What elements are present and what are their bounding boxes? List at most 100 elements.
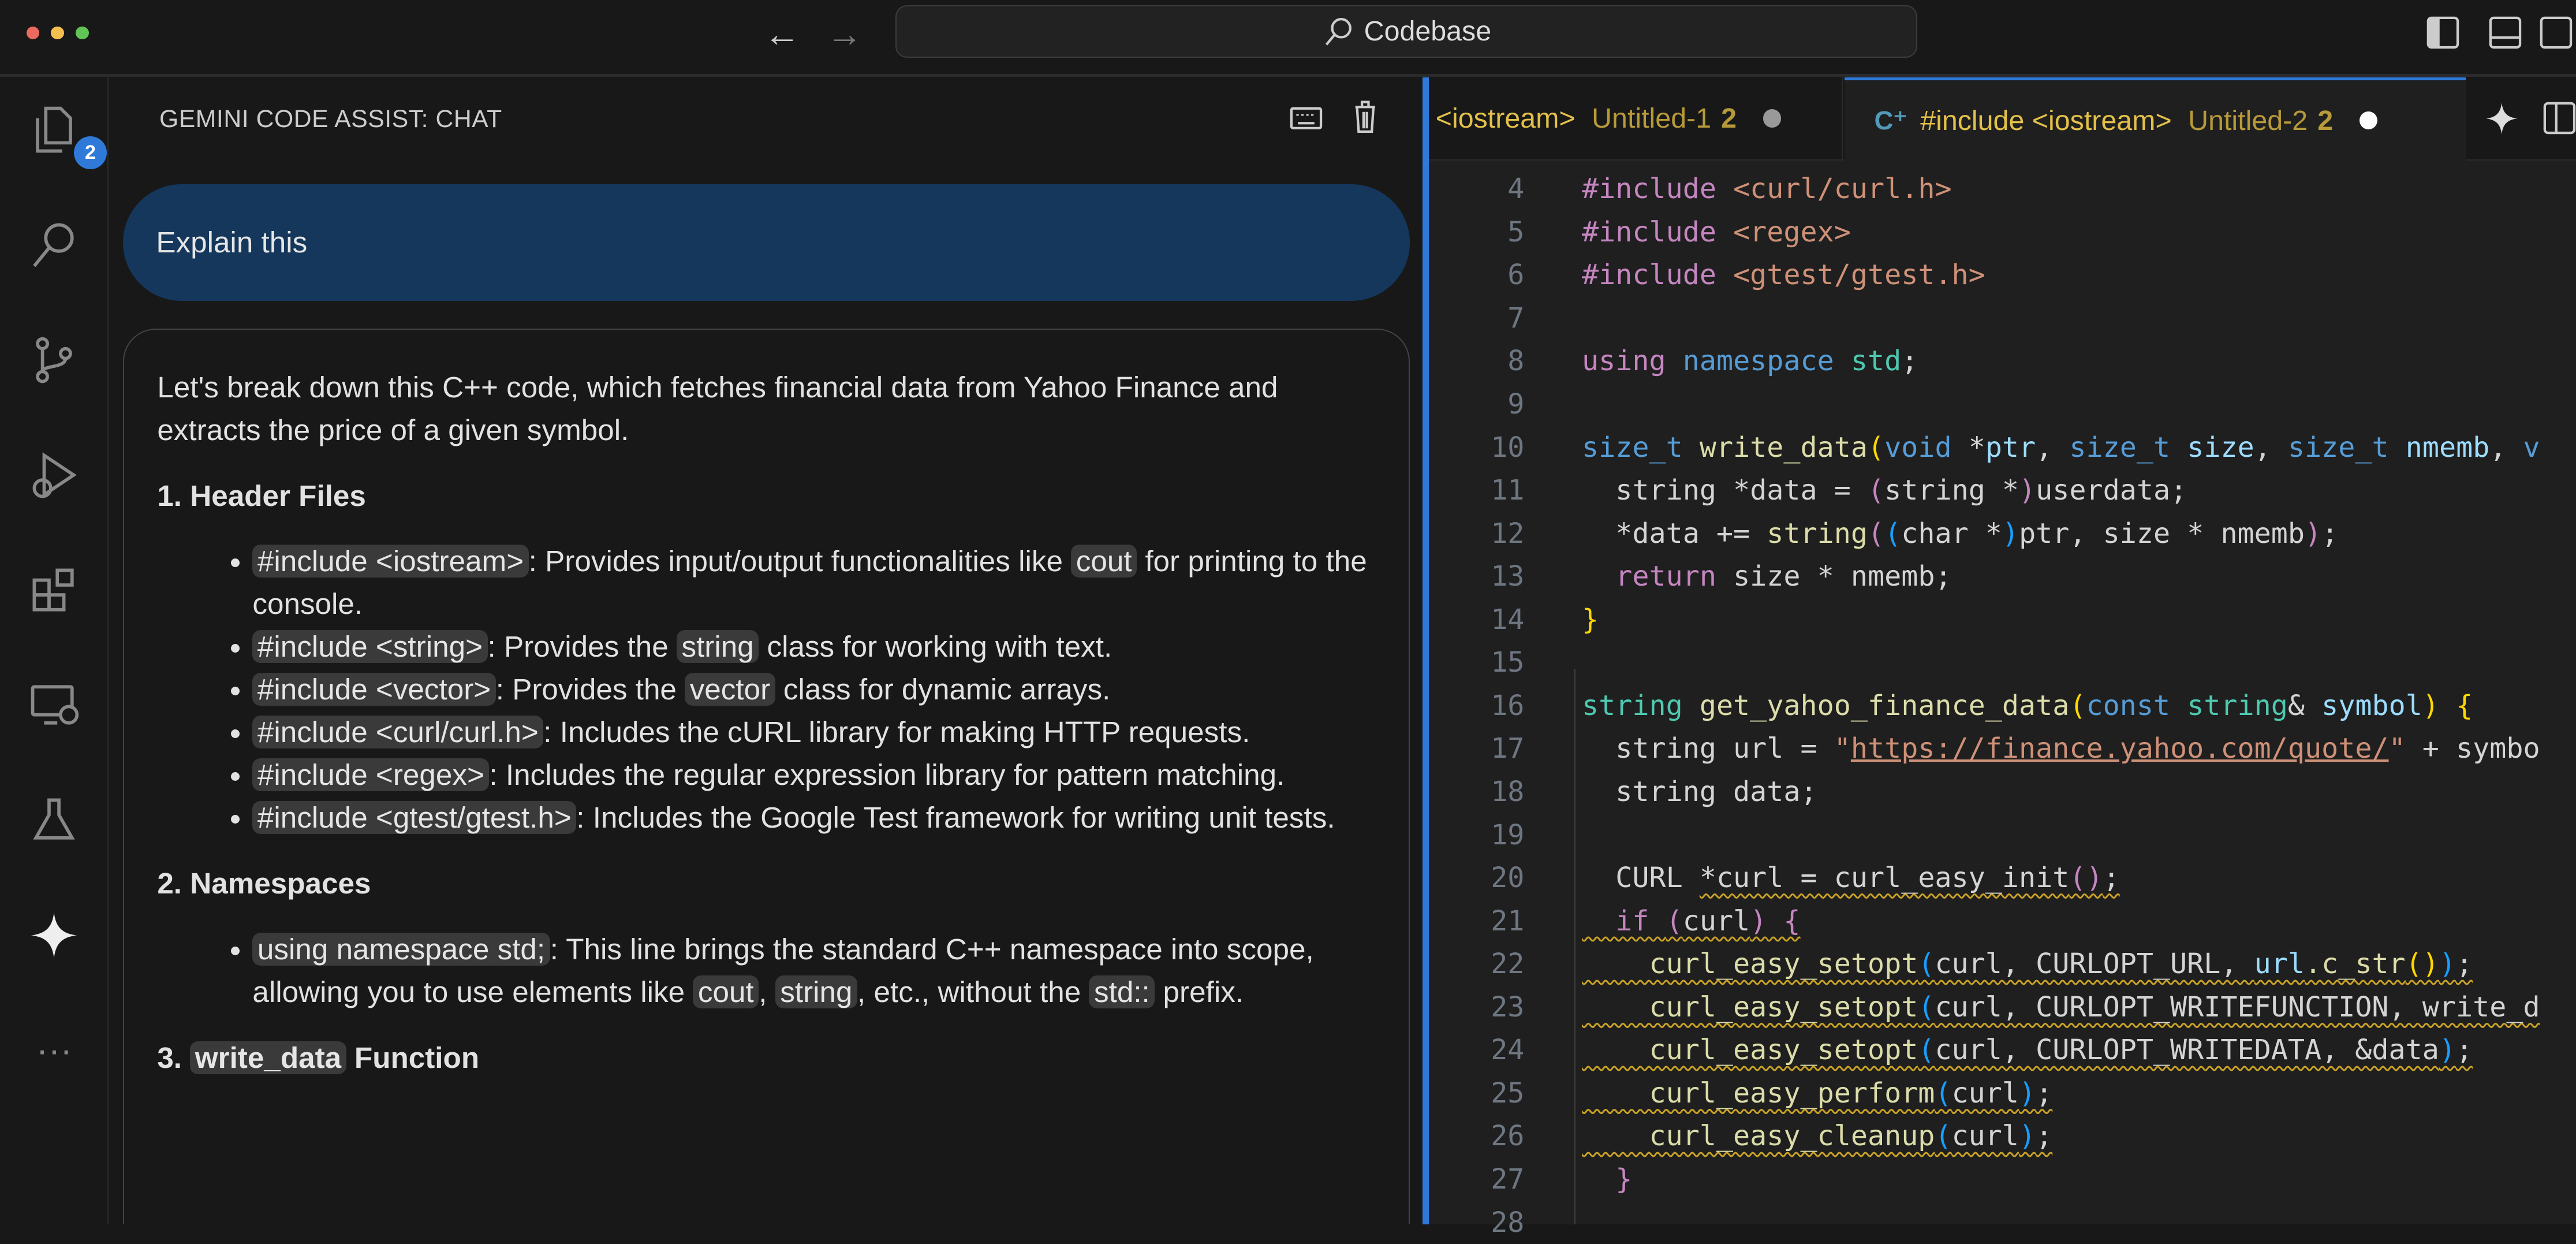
trash-icon[interactable] xyxy=(1352,99,1379,135)
split-editor-icon[interactable] xyxy=(2543,102,2576,135)
forward-arrow-icon[interactable]: → xyxy=(826,13,863,55)
unsaved-dot-icon[interactable] xyxy=(1763,109,1781,128)
extensions-button[interactable] xyxy=(21,557,87,623)
code-token: write_data xyxy=(1699,431,1868,464)
code-token: ; xyxy=(1901,345,1918,378)
vscode-window: ← → Codebase 2 ··· GEMINI CODE ASSIST: C… xyxy=(0,0,2576,1239)
command-center-search[interactable]: Codebase xyxy=(895,5,1917,58)
search-icon xyxy=(33,223,74,267)
run-debug-icon xyxy=(32,452,77,498)
code-token: () xyxy=(2405,948,2439,981)
code-token: <gtest/gtest.h> xyxy=(1733,259,1985,292)
indent-guide xyxy=(1573,669,1576,1225)
code-token: , xyxy=(2489,431,2523,464)
toggle-panel-icon[interactable] xyxy=(2489,16,2522,49)
code-token: ) xyxy=(2422,689,2456,722)
inline-code: write_data xyxy=(190,1041,346,1074)
code-line: #include <curl/curl.h> xyxy=(1582,167,1952,211)
code-token: string xyxy=(1767,517,1868,550)
code-token: ( xyxy=(1918,1034,1935,1067)
line-number: 8 xyxy=(1507,345,1525,378)
code-token: curl_easy_perform xyxy=(1582,1077,1935,1109)
code-token: } xyxy=(1582,1163,1633,1196)
text: : Includes the regular expression librar… xyxy=(489,758,1285,792)
code-token: string url = xyxy=(1582,732,1834,765)
response-sections: 1. Header Files#include <iostream>: Prov… xyxy=(157,475,1375,1079)
code-token: curl, CURLOPT_WRITEFUNCTION, write_d xyxy=(1935,990,2540,1023)
code-token: #include xyxy=(1582,259,1734,292)
tab-untitled-2[interactable]: C⁺ #include <iostream> Untitled-2 2 xyxy=(1845,77,2466,161)
list-item: #include <curl/curl.h>: Includes the cUR… xyxy=(252,711,1375,754)
toggle-secondary-sidebar-icon[interactable] xyxy=(2540,16,2573,49)
tab-untitled-1[interactable]: <iostream> Untitled-1 2 xyxy=(1429,77,1843,160)
tab-label: <iostream> xyxy=(1435,102,1576,134)
gemini-sparkle-icon[interactable] xyxy=(2484,100,2520,137)
explorer-button[interactable]: 2 xyxy=(21,97,107,170)
line-number: 13 xyxy=(1491,560,1525,593)
code-token: ) xyxy=(2439,1034,2456,1067)
text: : Provides the xyxy=(495,673,685,706)
code-token: ( xyxy=(1918,990,1935,1023)
code-token: url xyxy=(2254,948,2305,981)
assistant-response: Let's break down this C++ code, which fe… xyxy=(123,329,1410,1225)
inline-code: std:: xyxy=(1089,975,1155,1008)
code-token: size xyxy=(2187,431,2254,464)
code-line: curl_easy_perform(curl); xyxy=(1582,1072,2052,1115)
text: Function xyxy=(346,1041,480,1074)
line-number: 6 xyxy=(1507,259,1525,292)
explorer-badge: 2 xyxy=(74,136,107,170)
code-token: ( xyxy=(1867,431,1885,464)
code-token: ; xyxy=(2321,517,2339,550)
line-number: 20 xyxy=(1491,862,1525,895)
inline-code: #include <vector> xyxy=(252,673,496,706)
code-token: , xyxy=(2254,431,2288,464)
text: 1. Header Files xyxy=(157,479,366,512)
line-number: 14 xyxy=(1491,603,1525,636)
toggle-primary-sidebar-icon[interactable] xyxy=(2426,16,2459,49)
code-token: .c_str xyxy=(2304,948,2406,981)
code-token: ( xyxy=(1867,517,1885,550)
code-token: ) xyxy=(2002,517,2019,550)
code-line: curl_easy_cleanup(curl); xyxy=(1582,1115,2052,1158)
keyboard-icon[interactable] xyxy=(1290,105,1323,132)
back-arrow-icon[interactable]: ← xyxy=(764,13,800,55)
gemini-button[interactable] xyxy=(21,902,87,968)
code-token: string xyxy=(2187,689,2288,722)
line-number: 25 xyxy=(1491,1077,1525,1109)
close-window-button[interactable] xyxy=(26,26,40,40)
run-debug-button[interactable] xyxy=(21,442,87,508)
inline-code: string xyxy=(676,630,759,664)
testing-button[interactable] xyxy=(21,787,87,853)
code-line: *data += string((char *)ptr, size * nmem… xyxy=(1582,512,2338,556)
code-token: https://finance.yahoo.com/quote/ xyxy=(1850,732,2389,765)
testing-icon xyxy=(33,798,76,840)
inline-code: cout xyxy=(693,975,759,1008)
code-token: CURL xyxy=(1582,862,1700,895)
line-number: 16 xyxy=(1491,689,1525,722)
code-token: " xyxy=(2388,732,2406,765)
code-token: ptr xyxy=(1985,431,2036,464)
code-token: ) xyxy=(1750,904,1767,937)
maximize-window-button[interactable] xyxy=(75,26,89,40)
more-button[interactable]: ··· xyxy=(21,1017,87,1083)
search-button[interactable] xyxy=(21,212,87,278)
minimize-window-button[interactable] xyxy=(51,26,64,40)
code-editor[interactable]: 4 #include <curl/curl.h> 5 #include <regex>… xyxy=(1429,167,2575,1238)
code-token: , xyxy=(2036,431,2070,464)
code-token: ( xyxy=(1935,1077,1952,1109)
unsaved-dot-icon[interactable] xyxy=(2359,111,2377,130)
code-token: ) xyxy=(2019,474,2036,507)
section-heading: 1. Header Files xyxy=(157,475,1375,517)
gemini-sparkle-icon xyxy=(31,912,77,958)
remote-explorer-button[interactable] xyxy=(21,672,87,738)
list-item: #include <vector>: Provides the vector c… xyxy=(252,668,1375,711)
source-control-button[interactable] xyxy=(21,327,87,393)
code-token: & xyxy=(2287,689,2322,722)
more-icon: ··· xyxy=(36,1030,73,1071)
text: : Provides input/output functionalities … xyxy=(528,545,1072,578)
code-token: string xyxy=(1582,474,1734,507)
code-token: string data; xyxy=(1582,776,1817,809)
code-line: size_t write_data(void *ptr, size_t size… xyxy=(1582,426,2540,470)
inline-code: #include <string> xyxy=(252,630,488,664)
inline-code: #include <gtest/gtest.h> xyxy=(252,801,577,835)
